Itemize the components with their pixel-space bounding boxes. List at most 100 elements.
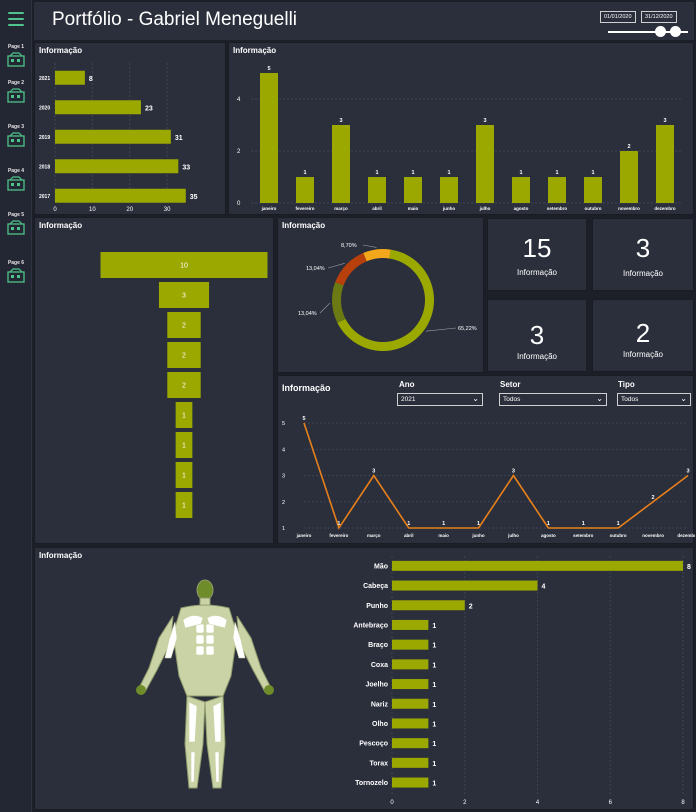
truck-icon bbox=[7, 88, 25, 103]
x-tick-label: 8 bbox=[681, 800, 685, 806]
kpi-card: 3 Informação bbox=[487, 299, 587, 372]
data-label: 1 bbox=[582, 521, 585, 527]
bar bbox=[548, 177, 566, 203]
monitor-icon bbox=[7, 132, 25, 147]
leader-line bbox=[425, 327, 457, 332]
data-label: 1 bbox=[432, 662, 436, 669]
kpi-value: 3 bbox=[529, 320, 545, 350]
donut-slice bbox=[332, 282, 346, 323]
data-label: 1 bbox=[617, 521, 620, 527]
slice-label: 65,22% bbox=[458, 326, 477, 332]
x-tick-label: dezembro bbox=[654, 206, 676, 211]
data-label: 3 bbox=[182, 293, 186, 300]
leader-line bbox=[362, 244, 377, 248]
x-tick-label: 4 bbox=[536, 800, 540, 806]
x-tick-label: fevereiro bbox=[329, 533, 348, 538]
x-tick-label: setembro bbox=[573, 533, 594, 538]
date-slider-end-handle[interactable] bbox=[670, 26, 681, 37]
date-end-field[interactable]: 31/12/2020 bbox=[641, 11, 677, 23]
x-tick-label: 2 bbox=[463, 800, 467, 806]
y-tick-label: 0 bbox=[237, 201, 241, 207]
bar bbox=[392, 639, 429, 650]
bar bbox=[392, 619, 429, 630]
y-tick-label: Mão bbox=[374, 563, 388, 570]
y-tick-label: 3 bbox=[282, 474, 285, 480]
x-tick-label: agosto bbox=[514, 206, 529, 211]
date-slider-start-handle[interactable] bbox=[655, 26, 666, 37]
year-bar-chart: 0 10 20 30 2021 8 2020 23 2019 31 2018 33 2017 35 bbox=[39, 63, 198, 213]
nav-item-page-2[interactable]: Page 2 bbox=[0, 80, 32, 109]
bar bbox=[656, 125, 674, 203]
bar bbox=[620, 151, 638, 203]
data-label: 3 bbox=[663, 118, 666, 124]
y-tick-label: Olho bbox=[372, 721, 388, 728]
kpi-card: 2 Informação bbox=[592, 299, 694, 372]
x-tick-label: 20 bbox=[126, 207, 133, 213]
x-tick-label: outubro bbox=[610, 533, 627, 538]
kpi-value: 3 bbox=[635, 233, 651, 263]
y-tick-label: Antebraço bbox=[353, 622, 388, 629]
data-label: 2 bbox=[652, 495, 655, 501]
month-line-chart: 1 2 3 4 5 janeiro fevereiro março abril maio junho… bbox=[282, 416, 695, 538]
data-label: 1 bbox=[547, 521, 550, 527]
building-icon bbox=[7, 220, 25, 235]
nav-item-page-1[interactable]: Page 1 bbox=[0, 44, 32, 73]
data-label: 2 bbox=[182, 353, 186, 360]
nav-item-page-4[interactable]: Page 4 bbox=[0, 168, 32, 197]
data-label: 3 bbox=[686, 469, 689, 475]
bar bbox=[392, 718, 429, 729]
y-tick-label: Cabeça bbox=[363, 583, 388, 590]
network-icon bbox=[7, 268, 25, 283]
data-label: 33 bbox=[182, 164, 190, 171]
bar bbox=[55, 100, 141, 115]
nav-item-page-5[interactable]: Page 5 bbox=[0, 212, 32, 241]
x-tick-label: 0 bbox=[390, 800, 394, 806]
data-label: 2 bbox=[182, 383, 186, 390]
bar bbox=[392, 600, 465, 611]
bar bbox=[404, 177, 422, 203]
leader-line bbox=[327, 263, 345, 269]
bar bbox=[55, 159, 179, 174]
month-bar-chart: 0 2 4 5 janeiro 1 fevereiro 3 março 1 abril 1 maio 1 j… bbox=[237, 66, 683, 211]
y-tick-label: Nariz bbox=[371, 701, 389, 708]
body-part-bar-chart: 0 2 4 6 8 Mão 8 Cabeça 4 Punho 2 Antebraço 1 Braço 1 Co… bbox=[353, 556, 691, 806]
data-label: 3 bbox=[372, 469, 375, 475]
bar bbox=[332, 125, 350, 203]
bar bbox=[368, 177, 386, 203]
bar bbox=[584, 177, 602, 203]
data-label: 1 bbox=[447, 170, 450, 176]
donut-slice bbox=[363, 249, 391, 262]
x-tick-label: setembro bbox=[547, 206, 568, 211]
menu-icon[interactable] bbox=[8, 12, 24, 26]
data-label: 1 bbox=[182, 443, 186, 450]
slice-label: 13,04% bbox=[298, 311, 317, 317]
kpi-card: 15 Informação bbox=[487, 218, 587, 291]
data-label: 2 bbox=[469, 603, 473, 610]
y-tick-label: Joelho bbox=[365, 682, 388, 689]
data-label: 1 bbox=[432, 781, 436, 788]
data-label: 35 bbox=[190, 194, 198, 201]
x-tick-label: abril bbox=[372, 206, 382, 211]
x-tick-label: janeiro bbox=[296, 533, 312, 538]
nav-item-page-6[interactable]: Page 6 bbox=[0, 260, 32, 289]
x-tick-label: julho bbox=[507, 533, 519, 538]
kpi-caption: Informação bbox=[622, 269, 664, 278]
data-label: 1 bbox=[432, 721, 436, 728]
data-label: 1 bbox=[407, 521, 410, 527]
sidebar: Page 1 Page 2 Page 3 Page 4 Page 5 Page 6 bbox=[0, 0, 32, 812]
data-label: 1 bbox=[591, 170, 594, 176]
x-tick-label: 0 bbox=[53, 207, 57, 213]
x-tick-label: agosto bbox=[541, 533, 556, 538]
x-tick-label: fevereiro bbox=[295, 206, 314, 211]
data-label: 1 bbox=[432, 623, 436, 630]
x-tick-label: 30 bbox=[164, 207, 171, 213]
y-tick-label: 2020 bbox=[39, 105, 50, 111]
y-tick-label: Tornozelo bbox=[355, 780, 388, 787]
nav-item-page-3[interactable]: Page 3 bbox=[0, 124, 32, 153]
y-tick-label: 2018 bbox=[39, 164, 50, 170]
x-tick-label: junho bbox=[442, 206, 455, 211]
y-tick-label: 2 bbox=[282, 500, 285, 506]
date-start-field[interactable]: 01/01/2020 bbox=[600, 11, 636, 23]
slice-label: 13,04% bbox=[306, 266, 325, 272]
data-label: 3 bbox=[339, 118, 342, 124]
